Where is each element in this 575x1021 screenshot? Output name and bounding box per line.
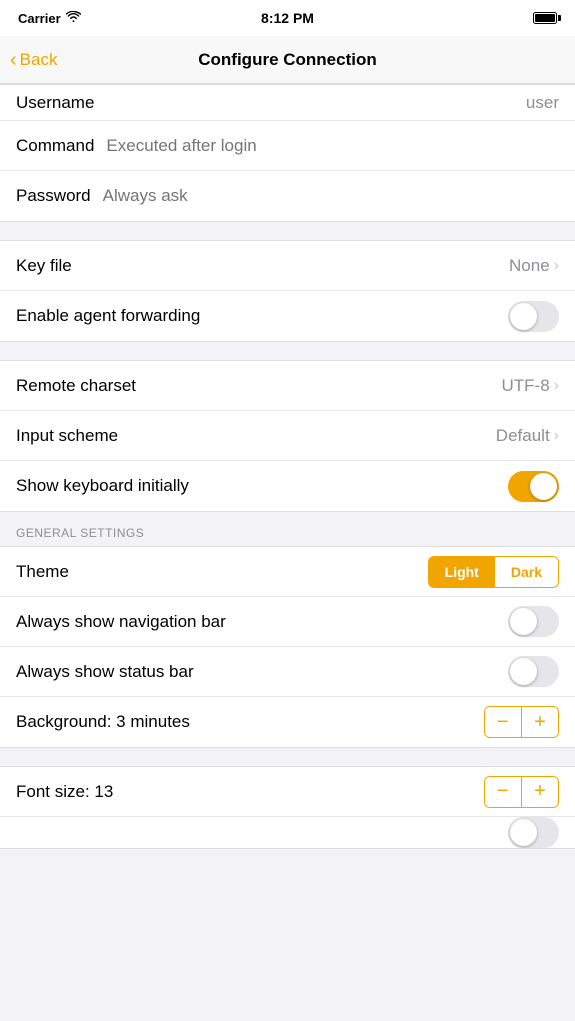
- username-row: Username user: [0, 85, 575, 121]
- always-status-label: Always show status bar: [16, 662, 194, 682]
- always-nav-toggle[interactable]: [508, 606, 559, 637]
- carrier-label: Carrier: [18, 11, 81, 26]
- theme-segmented-control[interactable]: Light Dark: [428, 556, 559, 588]
- back-label: Back: [20, 50, 58, 70]
- remote-charset-chevron-icon: ›: [554, 377, 559, 395]
- input-scheme-chevron-icon: ›: [554, 427, 559, 445]
- font-size-plus-button[interactable]: +: [522, 777, 558, 807]
- input-scheme-row[interactable]: Input scheme Default ›: [0, 411, 575, 461]
- diff-font-toggle[interactable]: [508, 817, 559, 848]
- input-scheme-value: Default ›: [496, 426, 559, 446]
- remote-charset-value: UTF-8 ›: [502, 376, 560, 396]
- wifi-icon: [66, 11, 81, 26]
- spacer-1: [0, 222, 575, 240]
- always-status-row: Always show status bar: [0, 647, 575, 697]
- keyfile-chevron-icon: ›: [554, 257, 559, 275]
- back-chevron-icon: ‹: [10, 50, 17, 70]
- password-input[interactable]: [103, 186, 559, 206]
- command-row[interactable]: Command: [0, 121, 575, 171]
- diff-font-thumb: [510, 819, 537, 846]
- page-title: Configure Connection: [198, 50, 376, 70]
- toggle-thumb: [510, 303, 537, 330]
- remote-charset-label: Remote charset: [16, 376, 136, 396]
- always-nav-label: Always show navigation bar: [16, 612, 226, 632]
- username-label: Username: [16, 93, 94, 113]
- background-label: Background: 3 minutes: [16, 712, 190, 732]
- background-minus-button[interactable]: −: [485, 707, 521, 737]
- show-keyboard-toggle[interactable]: [508, 471, 559, 502]
- charset-section: Remote charset UTF-8 › Input scheme Defa…: [0, 360, 575, 512]
- keyfile-section: Key file None › Enable agent forwarding: [0, 240, 575, 342]
- password-row[interactable]: Password: [0, 171, 575, 221]
- username-section: Username user Command Password: [0, 84, 575, 222]
- keyfile-value: None ›: [509, 256, 559, 276]
- password-label: Password: [16, 186, 91, 206]
- navigation-bar: ‹ Back Configure Connection: [0, 36, 575, 84]
- show-keyboard-label: Show keyboard initially: [16, 476, 189, 496]
- background-stepper[interactable]: − +: [484, 706, 560, 738]
- theme-dark-option[interactable]: Dark: [495, 557, 558, 587]
- show-keyboard-row: Show keyboard initially: [0, 461, 575, 511]
- status-time: 8:12 PM: [261, 10, 314, 26]
- input-scheme-label: Input scheme: [16, 426, 118, 446]
- always-nav-thumb: [510, 608, 537, 635]
- remote-charset-row[interactable]: Remote charset UTF-8 ›: [0, 361, 575, 411]
- always-nav-row: Always show navigation bar: [0, 597, 575, 647]
- font-size-stepper[interactable]: − +: [484, 776, 560, 808]
- theme-light-option[interactable]: Light: [429, 557, 495, 587]
- spacer-3: [0, 748, 575, 766]
- font-size-section: Font size: 13 − +: [0, 766, 575, 849]
- show-keyboard-thumb: [530, 473, 557, 500]
- spacer-2: [0, 342, 575, 360]
- command-input[interactable]: [106, 136, 559, 156]
- general-settings-header: GENERAL SETTINGS: [0, 512, 575, 546]
- theme-label: Theme: [16, 562, 69, 582]
- back-button[interactable]: ‹ Back: [10, 50, 57, 70]
- general-settings-section: Theme Light Dark Always show navigation …: [0, 546, 575, 748]
- diff-font-row: [0, 817, 575, 848]
- toggle-track: [508, 301, 559, 332]
- agent-forwarding-toggle[interactable]: [508, 301, 559, 332]
- status-bar: Carrier 8:12 PM: [0, 0, 575, 36]
- diff-font-track: [508, 817, 559, 848]
- font-size-minus-button[interactable]: −: [485, 777, 521, 807]
- always-status-track: [508, 656, 559, 687]
- username-value: user: [526, 93, 559, 113]
- keyfile-label: Key file: [16, 256, 72, 276]
- command-label: Command: [16, 136, 94, 156]
- theme-row: Theme Light Dark: [0, 547, 575, 597]
- background-plus-button[interactable]: +: [522, 707, 558, 737]
- always-status-thumb: [510, 658, 537, 685]
- always-nav-track: [508, 606, 559, 637]
- font-size-row: Font size: 13 − +: [0, 767, 575, 817]
- battery-indicator: [529, 12, 557, 24]
- font-size-label: Font size: 13: [16, 782, 113, 802]
- background-row: Background: 3 minutes − +: [0, 697, 575, 747]
- always-status-toggle[interactable]: [508, 656, 559, 687]
- show-keyboard-track: [508, 471, 559, 502]
- agent-forwarding-row: Enable agent forwarding: [0, 291, 575, 341]
- agent-forwarding-label: Enable agent forwarding: [16, 306, 200, 326]
- keyfile-row[interactable]: Key file None ›: [0, 241, 575, 291]
